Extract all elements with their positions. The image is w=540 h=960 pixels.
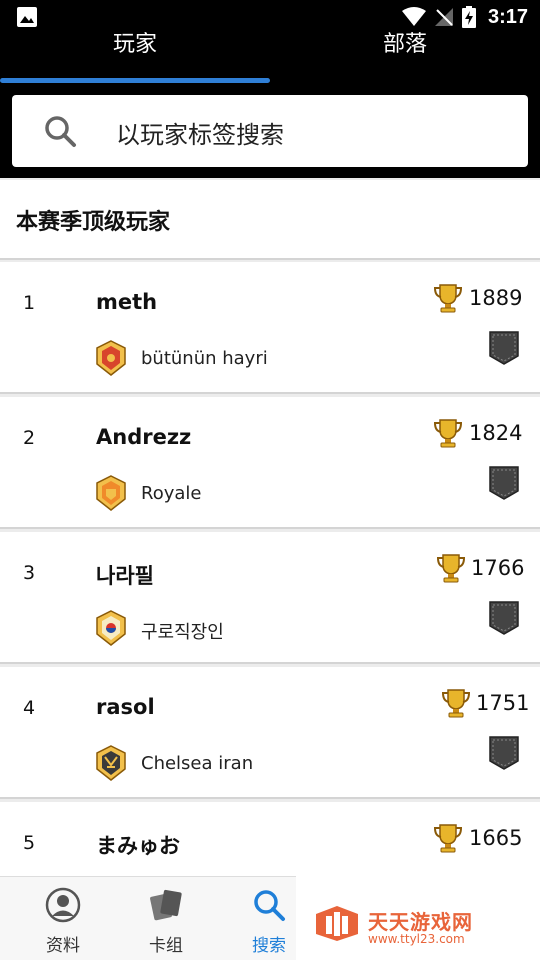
clan-name: Royale xyxy=(141,483,202,504)
player-row[interactable]: 5 まみゅお 1665 xyxy=(0,802,540,882)
trophy-count: 1824 xyxy=(469,421,523,445)
player-name: rasol xyxy=(96,695,155,719)
nav-deck[interactable]: 卡组 xyxy=(116,877,216,960)
search-input[interactable]: 以玩家标签搜索 xyxy=(12,95,528,167)
profile-icon xyxy=(45,887,81,923)
no-signal-icon xyxy=(434,8,453,26)
trophy-count: 1766 xyxy=(471,556,525,580)
card-icon xyxy=(489,736,519,770)
trophy-icon xyxy=(433,284,463,313)
nav-deck-label: 卡组 xyxy=(149,936,183,956)
trophy-count: 1889 xyxy=(469,286,523,310)
clan-badge-icon xyxy=(96,475,126,511)
player-name: まみゅお xyxy=(96,834,180,858)
player-name: meth xyxy=(96,290,158,314)
section-header: 本赛季顶级玩家 xyxy=(0,180,540,260)
watermark-logo-icon xyxy=(316,906,358,941)
watermark-url: www.ttyl23.com xyxy=(368,932,465,946)
clan-badge-icon xyxy=(96,745,126,781)
section-title: 本赛季顶级玩家 xyxy=(16,210,171,235)
player-name: Andrezz xyxy=(96,425,192,449)
player-row[interactable]: 2 Andrezz 1824 Royale xyxy=(0,397,540,529)
trophy-count: 1665 xyxy=(469,826,523,850)
search-area: 以玩家标签搜索 xyxy=(0,84,540,178)
search-icon xyxy=(254,890,285,921)
clan-name: 구로직장인 xyxy=(141,622,224,643)
wifi-icon xyxy=(401,7,426,26)
card-icon xyxy=(489,466,519,500)
status-bar: 3:17 xyxy=(0,0,540,34)
search-placeholder: 以玩家标签搜索 xyxy=(116,121,284,149)
clan-name: bütünün hayri xyxy=(141,348,268,369)
search-icon xyxy=(45,116,76,147)
player-rank: 5 xyxy=(23,832,36,854)
battery-charging-icon xyxy=(461,6,476,28)
player-row[interactable]: 1 meth 1889 bütünün hayri xyxy=(0,262,540,394)
trophy-icon xyxy=(433,419,463,448)
active-tab-indicator xyxy=(0,78,270,83)
watermark-title: 天天游戏网 xyxy=(368,910,473,934)
trophy-icon xyxy=(433,824,463,853)
site-watermark: 天天游戏网 www.ttyl23.com xyxy=(296,876,540,960)
card-icon xyxy=(489,331,519,365)
trophy-count: 1751 xyxy=(476,691,530,715)
player-rank: 2 xyxy=(23,427,36,449)
player-row[interactable]: 4 rasol 1751 Chelsea iran xyxy=(0,667,540,799)
deck-icon xyxy=(150,889,182,921)
player-row[interactable]: 3 나라필 1766 구로직장인 xyxy=(0,532,540,664)
trophy-icon xyxy=(441,689,471,718)
player-rank: 4 xyxy=(23,697,36,719)
clan-badge-icon xyxy=(96,340,126,376)
tab-clans-label: 部落 xyxy=(382,32,427,57)
player-rank: 3 xyxy=(23,562,36,584)
card-icon xyxy=(489,601,519,635)
clan-name: Chelsea iran xyxy=(141,753,254,774)
player-rank: 1 xyxy=(23,292,36,314)
clock-time: 3:17 xyxy=(487,5,528,28)
nav-profile[interactable]: 资料 xyxy=(13,877,113,960)
clan-badge-icon xyxy=(96,610,126,646)
gallery-notification-icon xyxy=(17,7,37,27)
trophy-icon xyxy=(436,554,466,583)
nav-profile-label: 资料 xyxy=(46,936,80,956)
player-name: 나라필 xyxy=(96,564,154,588)
tab-players-label: 玩家 xyxy=(112,32,157,57)
